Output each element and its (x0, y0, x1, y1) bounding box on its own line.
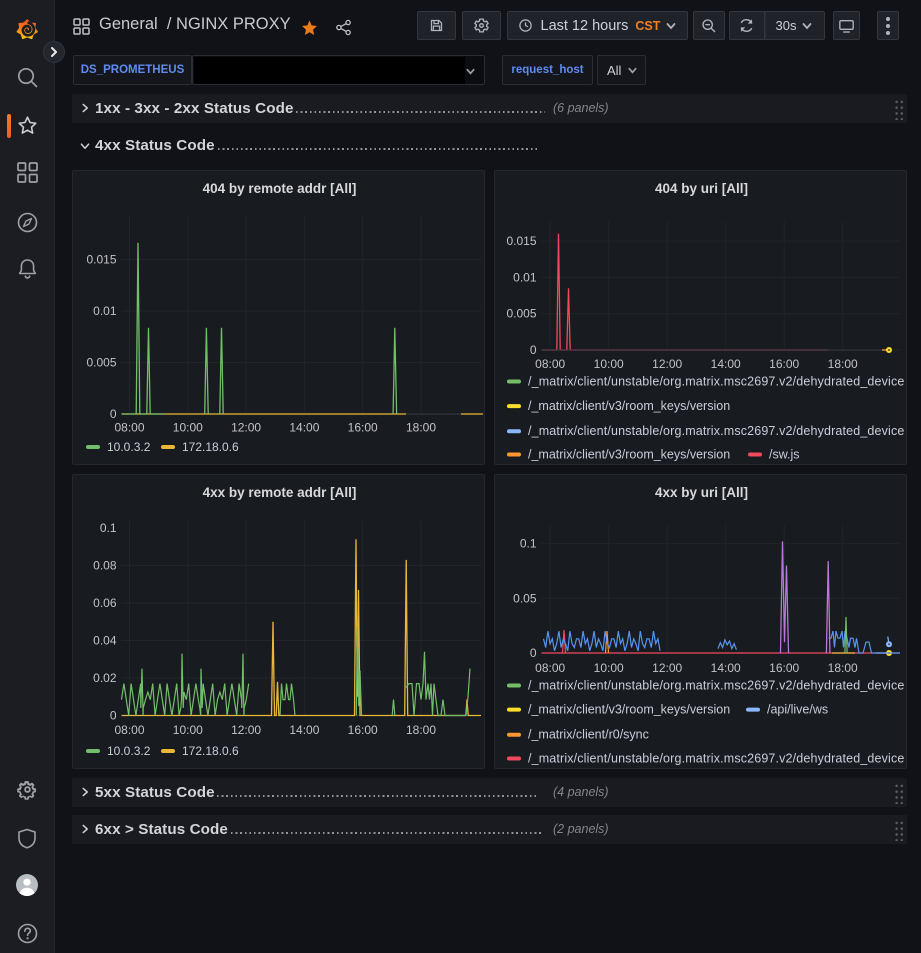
svg-text:16:00: 16:00 (769, 661, 799, 675)
svg-text:/_matrix/client/v3/room_keys/v: /_matrix/client/v3/room_keys/version (528, 703, 730, 717)
svg-text:/_matrix/client/unstable/org.m: /_matrix/client/unstable/org.matrix.msc2… (528, 424, 904, 438)
svg-text:12:00: 12:00 (231, 421, 261, 435)
svg-text:18:00: 18:00 (828, 661, 858, 675)
svg-text:0: 0 (110, 407, 117, 421)
svg-text:08:00: 08:00 (114, 723, 144, 737)
svg-text:/_matrix/client/unstable/org.m: /_matrix/client/unstable/org.matrix.msc2… (528, 375, 904, 389)
svg-text:/api/live/ws: /api/live/ws (767, 703, 828, 717)
svg-text:0.05: 0.05 (513, 591, 537, 605)
svg-text:16:00: 16:00 (769, 357, 799, 371)
svg-text:12:00: 12:00 (652, 357, 682, 371)
svg-text:0.01: 0.01 (93, 304, 117, 318)
svg-text:12:00: 12:00 (652, 661, 682, 675)
svg-text:0.005: 0.005 (86, 356, 116, 370)
svg-text:/_matrix/client/v3/room_keys/v: /_matrix/client/v3/room_keys/version (528, 448, 730, 462)
svg-text:0.04: 0.04 (93, 634, 117, 648)
svg-text:12:00: 12:00 (231, 723, 261, 737)
svg-text:4xx by remote addr [All]: 4xx by remote addr [All] (203, 485, 357, 500)
svg-text:0.1: 0.1 (100, 521, 117, 535)
svg-text:0.005: 0.005 (506, 307, 536, 321)
svg-text:0.08: 0.08 (93, 559, 117, 573)
svg-text:08:00: 08:00 (114, 421, 144, 435)
svg-text:172.18.0.6: 172.18.0.6 (182, 744, 239, 758)
svg-text:0: 0 (110, 709, 117, 723)
svg-text:10.0.3.2: 10.0.3.2 (107, 744, 151, 758)
svg-text:16:00: 16:00 (348, 723, 378, 737)
svg-text:10:00: 10:00 (594, 661, 624, 675)
svg-text:0.01: 0.01 (513, 270, 537, 284)
svg-text:10:00: 10:00 (594, 357, 624, 371)
svg-text:172.18.0.6: 172.18.0.6 (182, 440, 239, 454)
svg-text:14:00: 14:00 (711, 661, 741, 675)
svg-text:08:00: 08:00 (535, 357, 565, 371)
svg-text:404 by uri [All]: 404 by uri [All] (655, 181, 748, 196)
svg-text:0.015: 0.015 (86, 253, 116, 267)
svg-text:0: 0 (530, 646, 537, 660)
svg-text:10:00: 10:00 (173, 421, 203, 435)
svg-text:/_matrix/client/unstable/org.m: /_matrix/client/unstable/org.matrix.msc2… (528, 679, 904, 693)
svg-text:/_matrix/client/unstable/org.m: /_matrix/client/unstable/org.matrix.msc2… (528, 752, 904, 766)
svg-text:16:00: 16:00 (348, 421, 378, 435)
svg-text:/sw.js: /sw.js (769, 448, 800, 462)
svg-text:14:00: 14:00 (289, 421, 319, 435)
svg-text:14:00: 14:00 (289, 723, 319, 737)
svg-text:/_matrix/client/r0/sync: /_matrix/client/r0/sync (528, 728, 649, 742)
svg-text:0.02: 0.02 (93, 671, 117, 685)
svg-text:/_matrix/client/v3/room_keys/v: /_matrix/client/v3/room_keys/version (528, 399, 730, 413)
svg-text:0.1: 0.1 (520, 537, 537, 551)
svg-text:18:00: 18:00 (406, 723, 436, 737)
svg-text:404 by remote addr [All]: 404 by remote addr [All] (203, 181, 357, 196)
svg-text:14:00: 14:00 (711, 357, 741, 371)
svg-text:10:00: 10:00 (173, 723, 203, 737)
svg-text:4xx by uri [All]: 4xx by uri [All] (655, 485, 748, 500)
svg-text:18:00: 18:00 (828, 357, 858, 371)
svg-text:0.06: 0.06 (93, 596, 117, 610)
svg-text:08:00: 08:00 (535, 661, 565, 675)
svg-text:18:00: 18:00 (406, 421, 436, 435)
svg-text:0.015: 0.015 (506, 234, 536, 248)
svg-text:10.0.3.2: 10.0.3.2 (107, 440, 151, 454)
svg-text:0: 0 (530, 343, 537, 357)
